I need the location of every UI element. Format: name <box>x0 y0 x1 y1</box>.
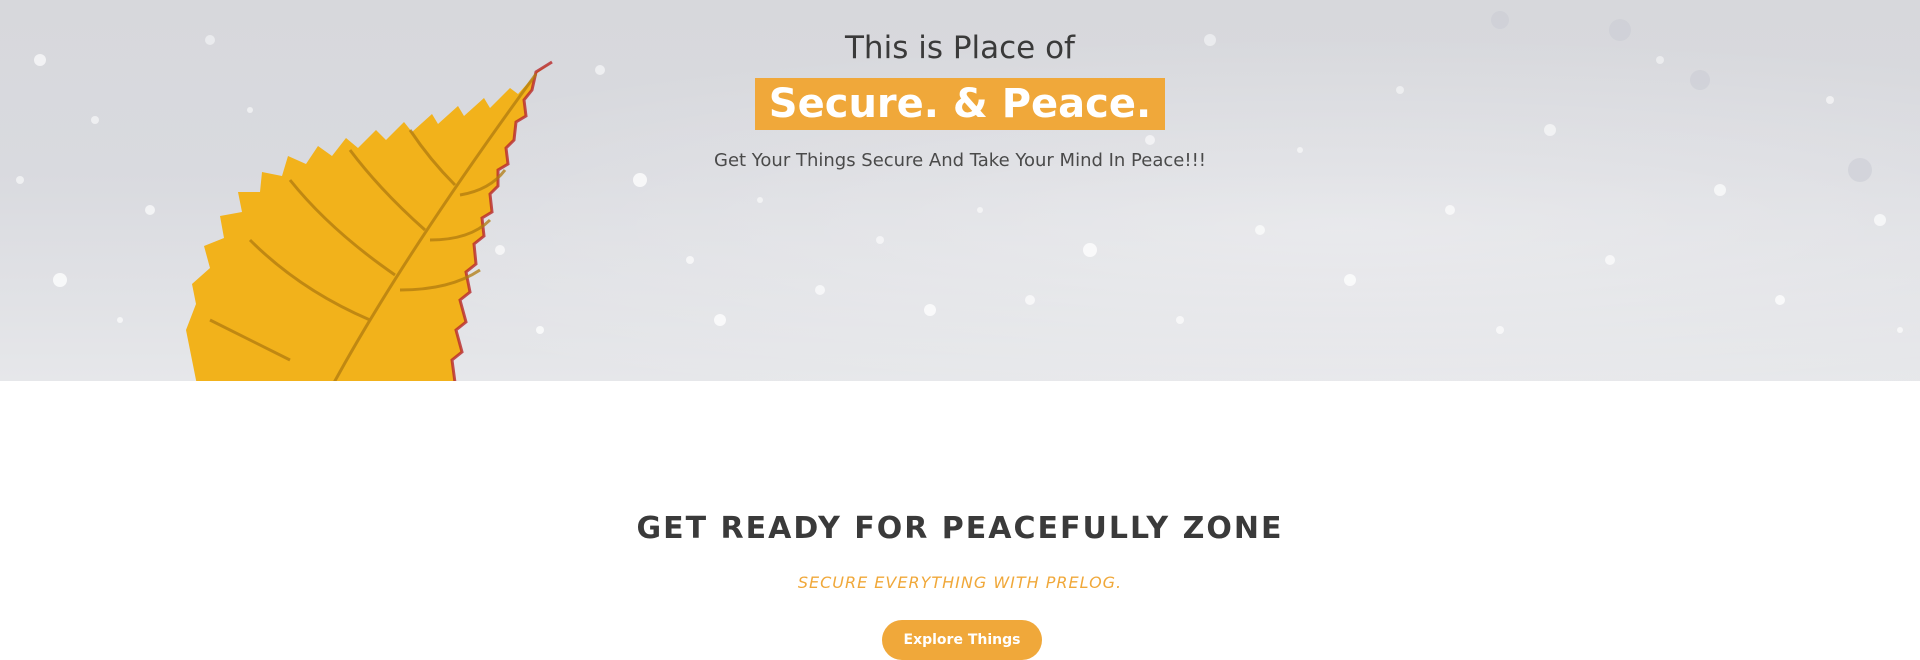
hero-subtitle: Get Your Things Secure And Take Your Min… <box>714 150 1206 171</box>
hero-highlight-wrapper: Secure. & Peace. <box>0 78 1920 130</box>
hero-content: This is Place of Secure. & Peace. Get Yo… <box>0 0 1920 172</box>
hero-title: This is Place of <box>845 30 1075 66</box>
hero-banner: This is Place of Secure. & Peace. Get Yo… <box>0 0 1920 381</box>
hero-highlight: Secure. & Peace. <box>754 78 1166 130</box>
intro-section: GET READY FOR PEACEFULLY ZONE SECURE EVE… <box>0 381 1920 660</box>
explore-things-button[interactable]: Explore Things <box>882 620 1042 660</box>
section-tagline: SECURE EVERYTHING WITH PRELOG. <box>797 573 1123 592</box>
section-title: GET READY FOR PEACEFULLY ZONE <box>636 511 1284 546</box>
